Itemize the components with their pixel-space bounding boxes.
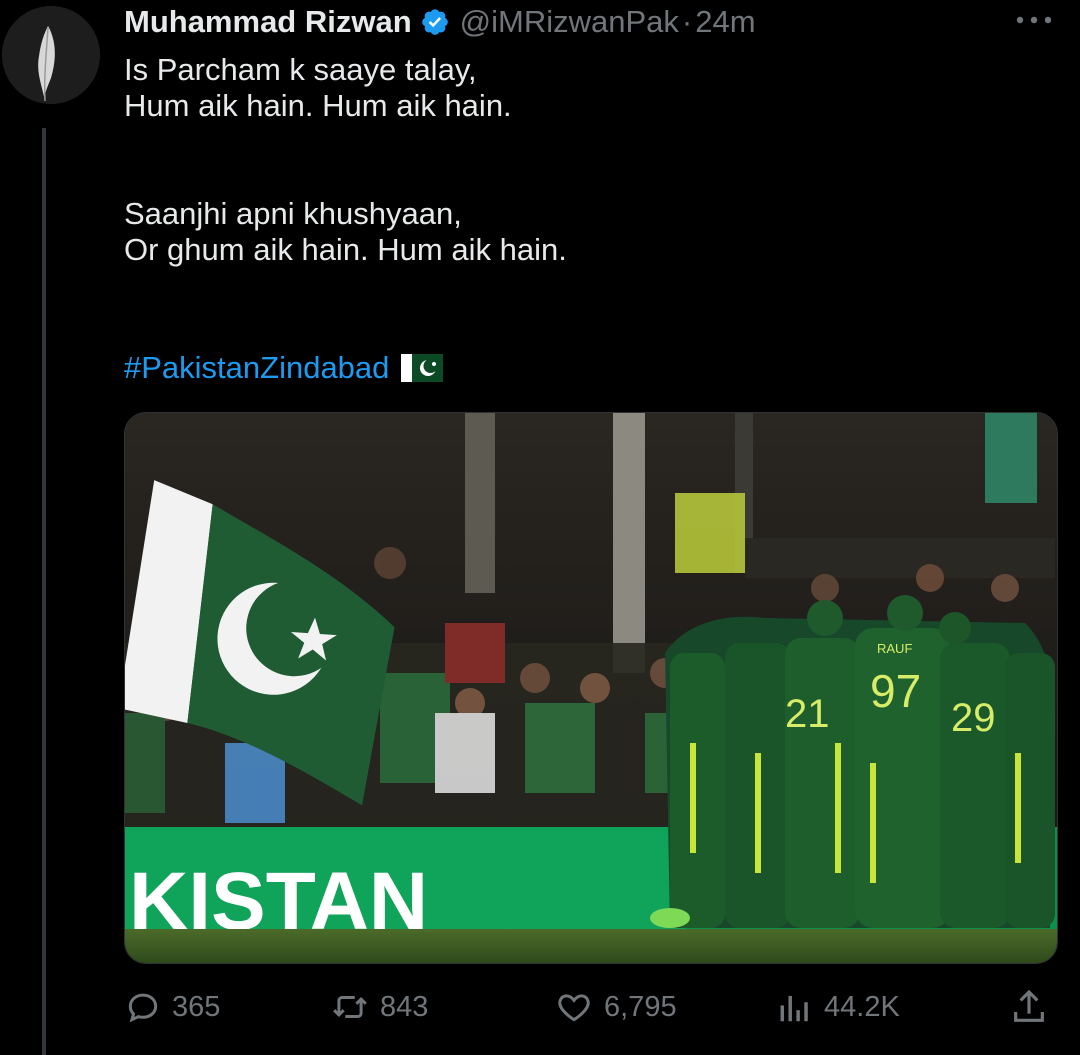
thread-connector-line	[42, 128, 46, 1055]
verified-badge-icon	[421, 9, 448, 35]
cricket-team-huddle-photo: KISTAN 97 21 29 RAUF	[125, 413, 1057, 963]
tweet-text-line: Or ghum aik hain. Hum aik hain.	[124, 232, 567, 267]
jersey-number: 21	[785, 692, 830, 736]
jersey-name: RAUF	[877, 641, 912, 656]
more-horizontal-icon[interactable]	[1012, 8, 1056, 32]
tweet-text-line: Saanjhi apni khushyaan,	[124, 196, 462, 231]
reply-bubble-icon	[128, 993, 158, 1023]
tweet-text-line: Hum aik hain. Hum aik hain.	[124, 88, 512, 123]
tweet-header: Muhammad Rizwan @iMRizwanPak · 24m	[124, 2, 756, 42]
retweet-count: 843	[380, 990, 429, 1023]
tweet-text-line: Is Parcham k saaye talay,	[124, 52, 477, 87]
views-button[interactable]: 44.2K	[774, 980, 900, 1034]
reply-button[interactable]: 365	[124, 980, 220, 1034]
reply-count: 365	[172, 990, 221, 1023]
hashtag-link[interactable]: #PakistanZindabad	[124, 350, 389, 386]
author-name[interactable]: Muhammad Rizwan	[124, 4, 412, 40]
author-handle[interactable]: @iMRizwanPak	[460, 4, 679, 40]
share-button[interactable]	[1009, 980, 1059, 1034]
share-upload-icon	[1014, 989, 1044, 1022]
bar-chart-icon	[780, 995, 808, 1022]
tweet-media-image[interactable]: KISTAN 97 21 29 RAUF	[124, 412, 1058, 964]
heart-icon	[558, 994, 590, 1022]
tweet-timestamp[interactable]: 24m	[695, 4, 755, 40]
separator-dot: ·	[681, 4, 693, 39]
like-button[interactable]: 6,795	[554, 980, 677, 1034]
like-count: 6,795	[604, 990, 677, 1023]
retweet-button[interactable]: 843	[330, 980, 428, 1034]
avatar-feather-image	[2, 6, 100, 104]
jersey-number: 29	[951, 696, 996, 740]
tweet-action-bar: 365 843 6,795 44.2K	[124, 980, 1056, 1034]
hashtag-row: #PakistanZindabad	[124, 348, 444, 388]
tweet-body: Is Parcham k saaye talay, Hum aik hain. …	[124, 52, 1024, 268]
author-avatar[interactable]	[2, 6, 100, 104]
retweet-icon	[333, 995, 367, 1019]
pakistan-flag-emoji	[401, 354, 444, 382]
jersey-number: 97	[870, 665, 921, 717]
views-count: 44.2K	[824, 990, 900, 1023]
